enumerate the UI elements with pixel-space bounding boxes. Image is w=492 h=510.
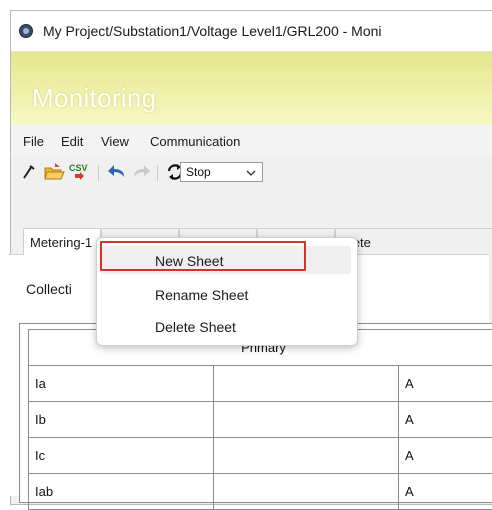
collection-label: Collecti — [26, 281, 72, 297]
tab-metering-1[interactable]: Metering-1 — [23, 228, 101, 255]
row-unit: A — [399, 474, 492, 510]
row-name: Ia — [29, 366, 214, 402]
row-name: Ic — [29, 438, 214, 474]
window-title: My Project/Substation1/Voltage Level1/GR… — [43, 23, 382, 39]
menu-bar: File Edit View Communication — [11, 125, 492, 155]
highlight-box — [100, 241, 306, 271]
toolbar-spacer — [11, 189, 492, 213]
table-row: Iab A — [29, 474, 492, 510]
csv-text: CSV — [69, 163, 88, 173]
row-value — [214, 474, 399, 510]
app-icon — [19, 24, 33, 38]
context-menu: New Sheet Rename Sheet Delete Sheet — [96, 237, 358, 346]
row-name: Iab — [29, 474, 214, 510]
table-row: Ia A — [29, 366, 492, 402]
app-banner: Monitoring — [11, 52, 492, 125]
chevron-down-icon — [246, 166, 256, 184]
row-name: Ib — [29, 402, 214, 438]
menu-item-rename-sheet[interactable]: Rename Sheet — [101, 280, 351, 308]
wand-icon[interactable] — [21, 162, 37, 182]
menu-item-delete-sheet[interactable]: Delete Sheet — [101, 312, 351, 340]
open-folder-icon[interactable] — [43, 162, 65, 182]
table-row: Ic A — [29, 438, 492, 474]
menu-view[interactable]: View — [101, 134, 129, 149]
row-unit: A — [399, 402, 492, 438]
stop-select[interactable]: Stop — [180, 162, 263, 182]
row-unit: A — [399, 366, 492, 402]
row-value — [214, 438, 399, 474]
table-row: Ib A — [29, 402, 492, 438]
toolbar-separator — [98, 165, 99, 181]
toolbar-separator — [157, 165, 158, 181]
export-csv-icon[interactable]: CSV — [69, 162, 91, 182]
title-bar: My Project/Substation1/Voltage Level1/GR… — [11, 11, 492, 52]
toolbar: CSV Stop — [11, 155, 492, 189]
row-value — [214, 366, 399, 402]
row-unit: A — [399, 438, 492, 474]
stop-select-value: Stop — [186, 165, 211, 179]
metering-table: Primary Ia A Ib A Ic A Iab A — [28, 329, 492, 510]
redo-icon[interactable] — [131, 162, 151, 182]
tab-metering-5[interactable]: Mete — [335, 228, 492, 254]
menu-file[interactable]: File — [23, 134, 44, 149]
row-value — [214, 402, 399, 438]
undo-icon[interactable] — [107, 162, 127, 182]
menu-edit[interactable]: Edit — [61, 134, 83, 149]
menu-communication[interactable]: Communication — [150, 134, 240, 149]
app-title: Monitoring — [32, 83, 156, 114]
